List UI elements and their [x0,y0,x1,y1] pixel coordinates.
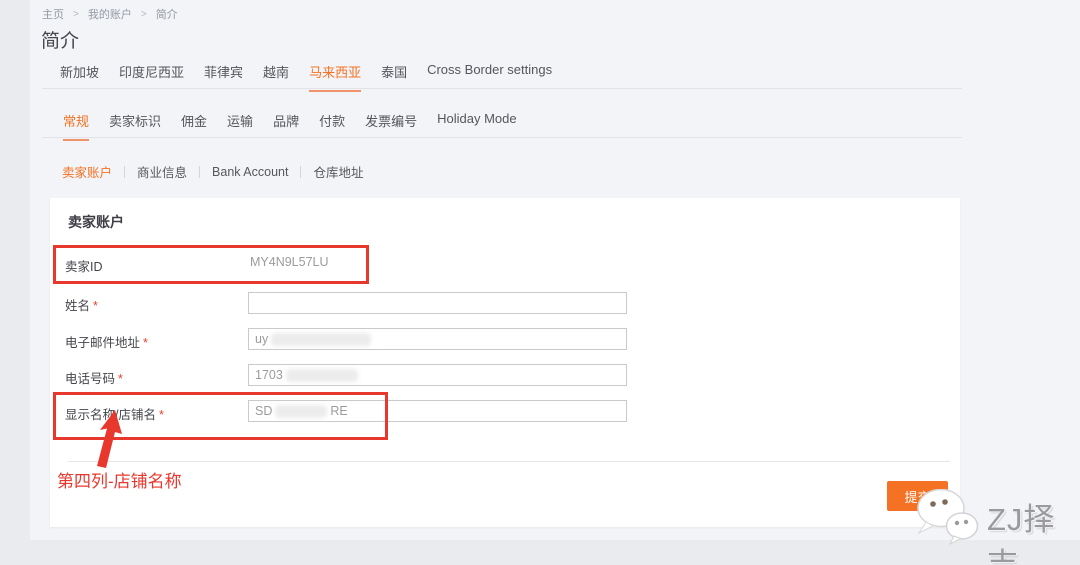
page-title: 简介 [41,31,80,52]
required-mark: * [143,336,148,350]
breadcrumb-my-account[interactable]: 我的账户 [88,6,132,22]
watermark-text: ZJ择吉 [987,502,1056,565]
email-input[interactable]: uy [248,328,627,350]
country-tabs-divider [42,88,962,89]
section-tabs-divider [42,137,962,138]
name-label: 姓名 * [65,295,98,314]
card-heading: 卖家账户 [68,214,124,230]
required-mark: * [93,299,98,313]
subnav-bank-account[interactable]: Bank Account [200,165,300,179]
seller-center-profile-page: 主页 > 我的账户 > 简介 简介 新加坡 印度尼西亚 菲律宾 越南 马来西亚 … [0,0,1080,565]
phone-label: 电话号码 * [65,368,123,387]
email-label-text: 电子邮件地址 [65,336,141,350]
breadcrumb-separator: > [73,8,79,20]
profile-subnav: 卖家账户 商业信息 Bank Account 仓库地址 [62,162,376,181]
redacted-blur-patch [285,368,358,382]
breadcrumb-separator: > [140,8,147,20]
email-label: 电子邮件地址 * [65,332,148,351]
phone-label-text: 电话号码 [65,372,116,386]
wechat-icon [917,489,979,545]
phone-input[interactable]: 1703 [248,364,627,386]
name-input[interactable] [248,292,627,314]
phone-input-value: 1703 [255,368,283,382]
name-label-text: 姓名 [65,299,91,313]
email-input-value: uy [255,332,269,346]
subnav-warehouse-address[interactable]: 仓库地址 [301,162,375,181]
required-mark: * [118,372,123,386]
subnav-business-info[interactable]: 商业信息 [125,162,199,181]
annotation-note: 第四列-店铺名称 [57,472,182,491]
annotation-arrow-icon [97,410,122,468]
breadcrumb-profile: 简介 [155,9,178,21]
breadcrumb-home[interactable]: 主页 [42,6,64,22]
annotation-box-seller-id [53,245,369,284]
redacted-blur-patch [271,332,372,346]
card-divider [68,461,950,462]
breadcrumb: 主页 > 我的账户 > 简介 [42,6,178,22]
subnav-seller-account[interactable]: 卖家账户 [62,162,124,181]
